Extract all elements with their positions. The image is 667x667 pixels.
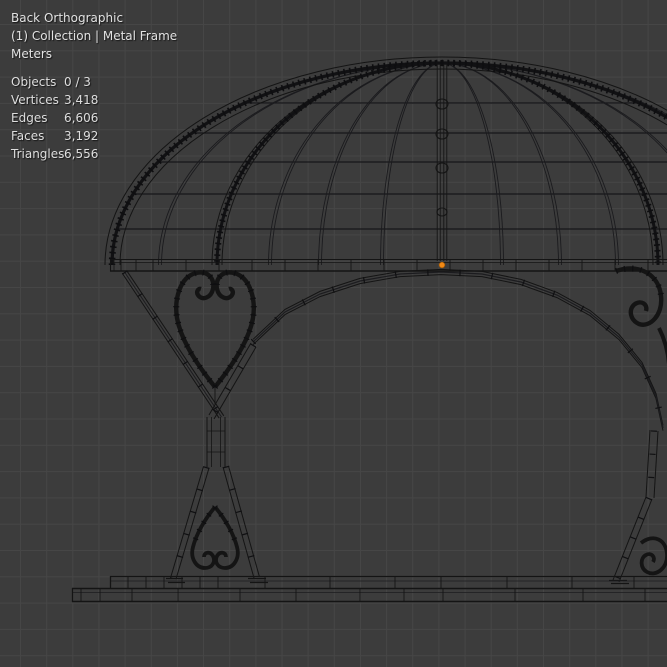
view-name-label: Back Orthographic: [11, 11, 124, 25]
stat-value: 0 / 3: [64, 75, 91, 89]
stat-label: Objects: [11, 75, 57, 89]
stat-value: 6,556: [64, 147, 99, 161]
units-label: Meters: [11, 47, 53, 61]
stat-value: 3,192: [64, 129, 99, 143]
stat-label: Triangles: [11, 147, 65, 161]
viewport-canvas[interactable]: [0, 0, 667, 667]
stat-value: 3,418: [64, 93, 99, 107]
stat-row-edges: Edges 6,606: [11, 109, 98, 127]
scene-statistics-overlay: Objects 0 / 3 Vertices 3,418 Edges 6,606…: [11, 73, 98, 163]
viewport-header-overlay: Back Orthographic (1) Collection | Metal…: [11, 9, 177, 63]
stat-row-objects: Objects 0 / 3: [11, 73, 98, 91]
stat-label: Vertices: [11, 93, 59, 107]
stat-label: Edges: [11, 111, 48, 125]
stat-row-faces: Faces 3,192: [11, 127, 98, 145]
blender-3d-viewport[interactable]: Back Orthographic (1) Collection | Metal…: [0, 0, 667, 667]
object-origin-indicator[interactable]: [438, 261, 446, 269]
stat-row-triangles: Triangles 6,556: [11, 145, 98, 163]
stat-label: Faces: [11, 129, 45, 143]
stat-value: 6,606: [64, 111, 99, 125]
collection-object-label: (1) Collection | Metal Frame: [11, 29, 178, 43]
stat-row-vertices: Vertices 3,418: [11, 91, 98, 109]
